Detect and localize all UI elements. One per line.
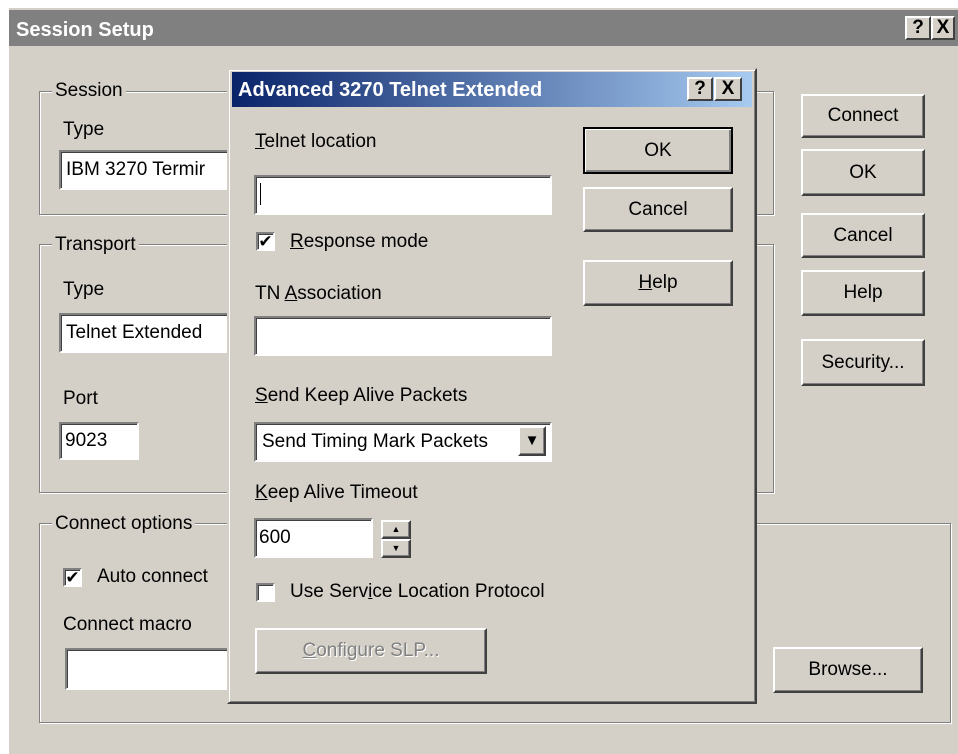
- dialog-close-icon[interactable]: X: [714, 77, 742, 101]
- auto-connect-label: Auto connect: [97, 566, 208, 587]
- response-mode-checkbox[interactable]: ✔: [256, 232, 275, 251]
- configure-slp-button: Configure SLP...: [255, 628, 487, 674]
- keep-alive-packets-label: Send Keep Alive Packets: [255, 385, 468, 406]
- dialog-title: Advanced 3270 Telnet Extended: [238, 79, 543, 101]
- close-icon[interactable]: X: [931, 16, 955, 40]
- connect-options-legend: Connect options: [52, 513, 196, 535]
- connect-macro-input[interactable]: [65, 648, 240, 690]
- keep-alive-timeout-label: Keep Alive Timeout: [255, 482, 418, 503]
- connect-macro-label: Connect macro: [63, 614, 192, 635]
- transport-type-label: Type: [63, 279, 105, 300]
- keep-alive-timeout-input[interactable]: 600: [254, 518, 373, 558]
- session-type-select[interactable]: IBM 3270 Termir: [59, 150, 239, 190]
- telnet-location-input[interactable]: [254, 175, 552, 215]
- dialog-ok-button[interactable]: OK: [583, 127, 733, 174]
- outer-cancel-button[interactable]: Cancel: [801, 213, 925, 258]
- text-caret: [260, 183, 261, 205]
- session-setup-titlebar[interactable]: Session Setup ? X: [9, 10, 958, 46]
- dialog-help-icon[interactable]: ?: [687, 77, 713, 101]
- dialog-cancel-button[interactable]: Cancel: [583, 187, 733, 232]
- transport-legend: Transport: [52, 234, 139, 256]
- transport-type-select[interactable]: Telnet Extended: [59, 313, 239, 353]
- use-slp-label: Use Service Location Protocol: [290, 581, 545, 602]
- dropdown-arrow-icon[interactable]: ▼: [518, 426, 546, 456]
- port-label: Port: [63, 388, 98, 409]
- outer-ok-button[interactable]: OK: [801, 149, 925, 196]
- use-slp-checkbox[interactable]: [256, 583, 275, 602]
- tn-association-label: TN Association: [255, 283, 382, 304]
- keep-alive-packets-select[interactable]: Send Timing Mark Packets: [254, 422, 552, 462]
- response-mode-label: Response mode: [290, 231, 429, 252]
- auto-connect-checkbox[interactable]: ✔: [63, 568, 82, 587]
- dialog-help-button[interactable]: Help: [583, 260, 733, 306]
- session-type-label: Type: [63, 119, 105, 140]
- port-input[interactable]: 9023: [59, 422, 139, 460]
- session-legend: Session: [52, 80, 126, 102]
- help-icon[interactable]: ?: [905, 16, 931, 40]
- tn-association-input[interactable]: [254, 316, 552, 356]
- connect-button[interactable]: Connect: [801, 94, 925, 138]
- browse-button[interactable]: Browse...: [773, 647, 923, 693]
- telnet-location-label: Telnet location: [255, 131, 377, 152]
- security-button[interactable]: Security...: [801, 339, 925, 386]
- spin-down-icon[interactable]: ▼: [381, 539, 411, 558]
- window-title: Session Setup: [16, 19, 154, 41]
- outer-help-button[interactable]: Help: [801, 270, 925, 316]
- spin-up-icon[interactable]: ▲: [381, 520, 411, 539]
- advanced-telnet-titlebar[interactable]: Advanced 3270 Telnet Extended ? X: [232, 72, 752, 107]
